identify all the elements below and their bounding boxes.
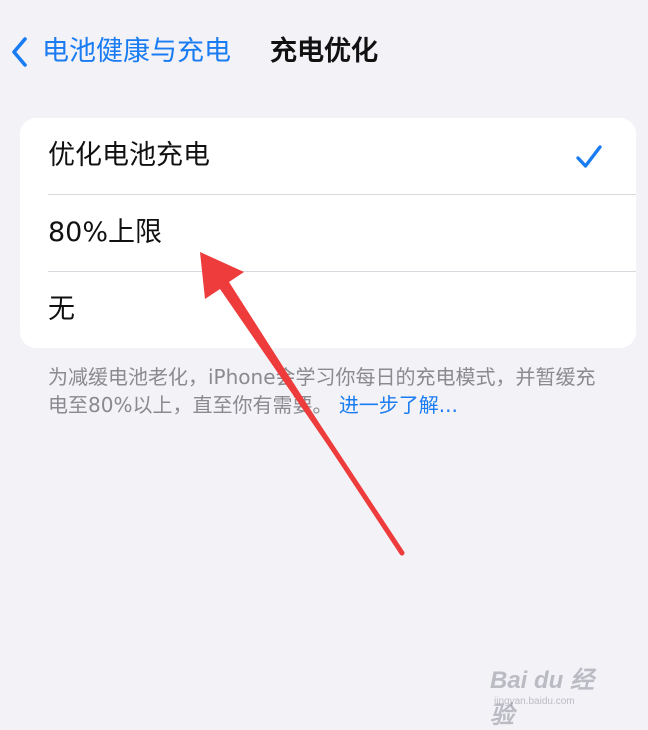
option-row-80-limit[interactable]: 80%上限: [20, 195, 636, 272]
checkmark-icon: [574, 142, 604, 172]
watermark-url: jingyan.baidu.com: [494, 696, 575, 707]
back-chevron-icon[interactable]: [6, 34, 34, 70]
watermark-logo: Bai du 经验 jingyan.baidu.com: [490, 660, 610, 729]
option-label: 80%上限: [48, 217, 163, 248]
footer-text: 为减缓电池老化，iPhone会学习你每日的充电模式，并暂缓充电至80%以上，直至…: [48, 365, 596, 417]
navigation-bar: 电池健康与充电 充电优化: [0, 28, 648, 76]
back-button-label[interactable]: 电池健康与充电: [42, 36, 231, 68]
learn-more-link[interactable]: 进一步了解...: [339, 393, 458, 417]
option-label: 无: [48, 294, 75, 325]
option-label: 优化电池充电: [48, 140, 210, 171]
charging-options-list: 优化电池充电 80%上限 无: [20, 118, 636, 348]
option-row-none[interactable]: 无: [20, 272, 636, 348]
footer-description: 为减缓电池老化，iPhone会学习你每日的充电模式，并暂缓充电至80%以上，直至…: [48, 363, 608, 419]
watermark-brand: Bai du 经验: [490, 667, 595, 729]
option-row-optimized[interactable]: 优化电池充电: [20, 118, 636, 195]
page-title: 充电优化: [270, 36, 378, 67]
